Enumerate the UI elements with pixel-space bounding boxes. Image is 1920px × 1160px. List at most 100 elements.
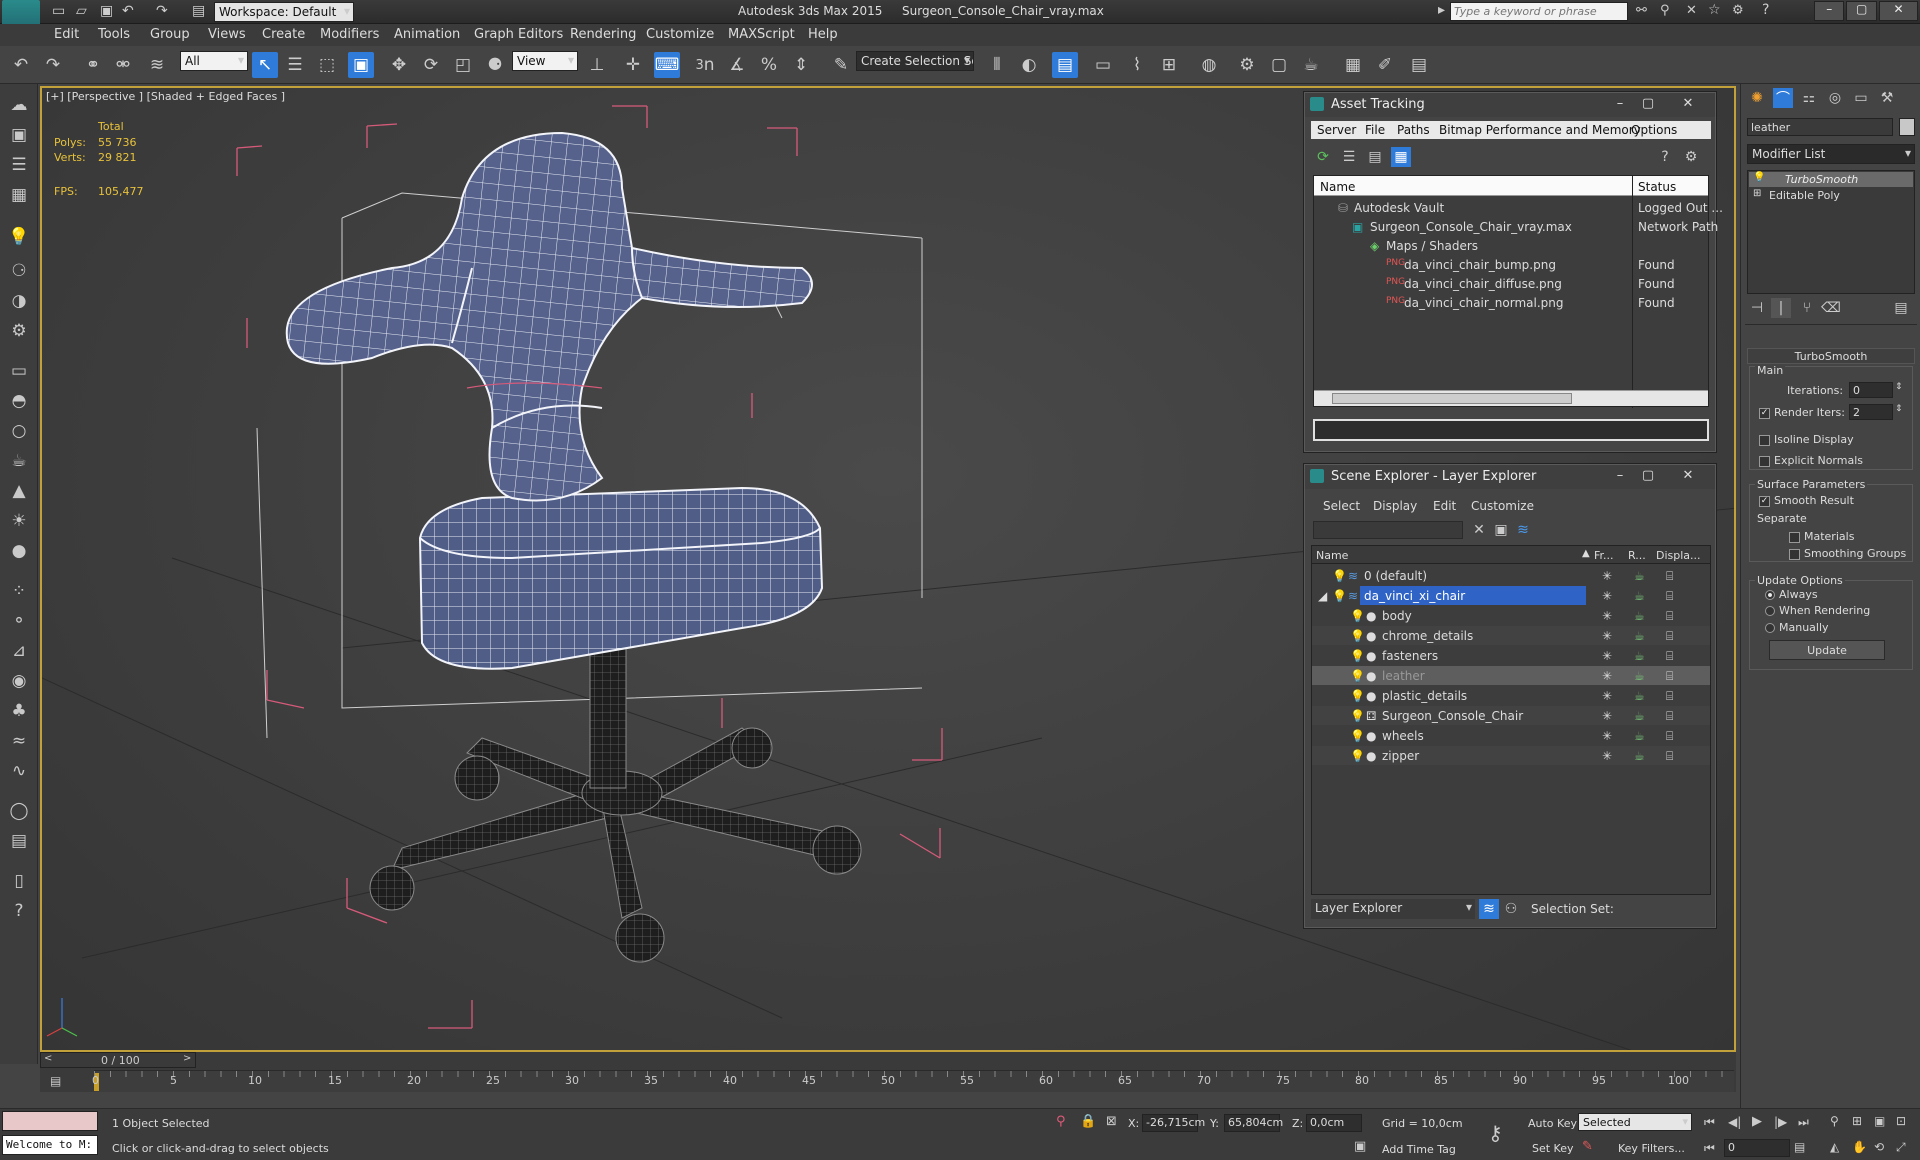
maximize-icon[interactable]: ▢ <box>1639 468 1657 484</box>
motion-tab-icon[interactable]: ◎ <box>1825 88 1845 108</box>
menu-create[interactable]: Create <box>262 27 305 42</box>
manually-radio[interactable]: Manually <box>1765 621 1829 634</box>
freeze-icon[interactable]: ✳ <box>1602 569 1612 583</box>
bind-space-warp-icon[interactable]: ≋ <box>144 52 170 78</box>
clear-search-icon[interactable]: ✕ <box>1469 520 1489 540</box>
menu-views[interactable]: Views <box>208 27 246 42</box>
expand-plus-icon[interactable]: ⊞ <box>1753 188 1761 199</box>
freeze-icon[interactable]: ✳ <box>1602 729 1612 743</box>
unlink-icon[interactable]: ⚮ <box>110 52 136 78</box>
smooth-result-checkbox[interactable]: ✓ Smooth Result <box>1759 494 1854 507</box>
redo-icon[interactable]: ↷ <box>156 3 168 19</box>
asset-row[interactable]: PNG da_vinci_chair_normal.png Found <box>1314 293 1708 312</box>
time-tag-icon[interactable]: ▣ <box>1354 1139 1366 1154</box>
menu-edit[interactable]: Edit <box>54 27 79 42</box>
minimize-icon[interactable]: – <box>1611 96 1629 112</box>
layer-explorer-toggle-icon[interactable]: ≋ <box>1479 899 1499 919</box>
asset-menu-bitmap[interactable]: Bitmap Performance and Memory <box>1439 123 1641 137</box>
sun-icon[interactable]: ☀ <box>6 508 32 534</box>
asset-tracking-titlebar[interactable]: Asset Tracking – ▢ ✕ <box>1305 93 1715 117</box>
explorer-type-dropdown[interactable]: Layer Explorer <box>1311 899 1475 919</box>
film-icon[interactable]: ⚙ <box>6 318 32 344</box>
refresh-icon[interactable]: ⟳ <box>1313 147 1333 167</box>
menu-graph-editors[interactable]: Graph Editors <box>474 27 563 42</box>
select-by-name-icon[interactable]: ☰ <box>282 52 308 78</box>
box-icon[interactable]: ▭ <box>6 358 32 384</box>
teapot-icon[interactable]: ☕ <box>6 448 32 474</box>
viewport-icon[interactable]: ▣ <box>6 122 32 148</box>
spinner-snap-icon[interactable]: ⇕ <box>788 52 814 78</box>
turbosmooth-rollout-header[interactable]: TurboSmooth <box>1747 348 1915 364</box>
next-frame-icon[interactable]: |▶ <box>1774 1115 1787 1129</box>
render-teapot-icon[interactable]: ☕ <box>1634 649 1645 663</box>
pin-stack-icon[interactable]: ⊣ <box>1747 298 1767 318</box>
exchange-icon[interactable]: ✕ <box>1686 3 1697 18</box>
settings-icon[interactable]: ⚙ <box>1681 147 1701 167</box>
asset-menu-server[interactable]: Server <box>1317 123 1356 137</box>
asset-row[interactable]: PNG da_vinci_chair_diffuse.png Found <box>1314 274 1708 293</box>
layer-row[interactable]: 💡 ● wheels ✳ ☕ ⌸ <box>1312 726 1710 745</box>
new-file-icon[interactable]: ▭ <box>52 3 65 19</box>
rendered-frame-window-icon[interactable]: ▢ <box>1266 52 1292 78</box>
hierarchy-icon[interactable]: ⚇ <box>1501 899 1521 919</box>
close-icon[interactable]: ✕ <box>1679 468 1697 484</box>
scene-search-input[interactable] <box>1313 521 1463 539</box>
menu-maxscript[interactable]: MAXScript <box>728 27 795 42</box>
particles-icon[interactable]: ⁘ <box>6 578 32 604</box>
maximize-window-button[interactable]: ▢ <box>1846 1 1877 21</box>
render-teapot-icon[interactable]: ☕ <box>1634 709 1645 723</box>
light-bulb-icon[interactable]: 💡 <box>1350 609 1365 623</box>
asset-menu-file[interactable]: File <box>1365 123 1385 137</box>
light-bulb-icon[interactable]: 💡 <box>1332 589 1347 603</box>
toggle-ribbon-icon[interactable]: ▭ <box>1090 52 1116 78</box>
move-icon[interactable]: ✥ <box>386 52 412 78</box>
freeze-icon[interactable]: ✳ <box>1602 709 1612 723</box>
thumbnail-view-icon[interactable]: ▤ <box>1365 147 1385 167</box>
modify-tab-icon[interactable]: ⌒ <box>1773 88 1793 108</box>
z-coordinate-field[interactable]: 0,0cm <box>1306 1114 1362 1132</box>
reference-coordinate-dropdown[interactable]: View <box>512 51 578 71</box>
object-name-field[interactable] <box>1747 118 1893 136</box>
scene-menu-customize[interactable]: Customize <box>1471 499 1534 513</box>
paint-icon[interactable]: ✐ <box>1372 52 1398 78</box>
key-icon[interactable]: ⚷ <box>1488 1121 1503 1145</box>
time-config-icon[interactable]: ▤ <box>1794 1140 1805 1154</box>
named-selection-set-dropdown[interactable]: Create Selection Se <box>856 51 974 71</box>
align-icon[interactable]: ◐ <box>1016 52 1042 78</box>
document-icon[interactable]: ▯ <box>6 868 32 894</box>
slider-next-icon[interactable]: > <box>183 1053 191 1064</box>
layer-row[interactable]: 💡 ≋ 0 (default) ✳ ☕ ⌸ <box>1312 566 1710 585</box>
link-icon[interactable]: ⚭ <box>80 52 106 78</box>
display-tab-icon[interactable]: ▭ <box>1851 88 1871 108</box>
display-box-icon[interactable]: ⌸ <box>1666 729 1673 744</box>
layer-col-display[interactable]: Displa... <box>1656 549 1701 562</box>
remove-modifier-icon[interactable]: ⌫ <box>1821 298 1841 318</box>
field-of-view-icon[interactable]: ◭ <box>1830 1140 1839 1154</box>
display-box-icon[interactable]: ⌸ <box>1666 629 1673 644</box>
display-box-icon[interactable]: ⌸ <box>1666 609 1673 624</box>
render-teapot-icon[interactable]: ☕ <box>1634 749 1645 763</box>
render-teapot-icon[interactable]: ☕ <box>1634 669 1645 683</box>
camera-icon[interactable]: ⚆ <box>6 258 32 284</box>
scene-menu-display[interactable]: Display <box>1373 499 1417 513</box>
current-frame-field[interactable]: 0 <box>1724 1139 1790 1157</box>
layer-row[interactable]: 💡 ⚃ Surgeon_Console_Chair ✳ ☕ ⌸ <box>1312 706 1710 725</box>
help-circle-icon[interactable]: ? <box>6 898 32 924</box>
set-key-icon[interactable]: ✎ <box>1582 1139 1593 1154</box>
display-box-icon[interactable]: ⌸ <box>1666 569 1673 584</box>
disc-icon[interactable]: ● <box>6 538 32 564</box>
hair-icon[interactable]: ≈ <box>6 728 32 754</box>
material-editor-icon[interactable]: ◍ <box>1196 52 1222 78</box>
edit-named-selection-icon[interactable]: ✎ <box>828 52 854 78</box>
close-icon[interactable]: ✕ <box>1679 96 1697 112</box>
x-coordinate-field[interactable]: -26,715cm <box>1142 1114 1205 1132</box>
asset-menu-options[interactable]: Options <box>1631 123 1677 137</box>
stack-editable-poly[interactable]: Editable Poly <box>1769 189 1840 202</box>
add-time-tag[interactable]: Add Time Tag <box>1382 1143 1456 1156</box>
layer-row[interactable]: 💡 ● zipper ✳ ☕ ⌸ <box>1312 746 1710 765</box>
list-icon[interactable]: ☰ <box>6 152 32 178</box>
render-setup-icon[interactable]: ⚙ <box>1234 52 1260 78</box>
undo-icon[interactable]: ↶ <box>122 3 134 19</box>
layer-col-freeze[interactable]: Fr... <box>1594 549 1614 562</box>
search-go-icon[interactable]: ▸ <box>1438 2 1445 18</box>
